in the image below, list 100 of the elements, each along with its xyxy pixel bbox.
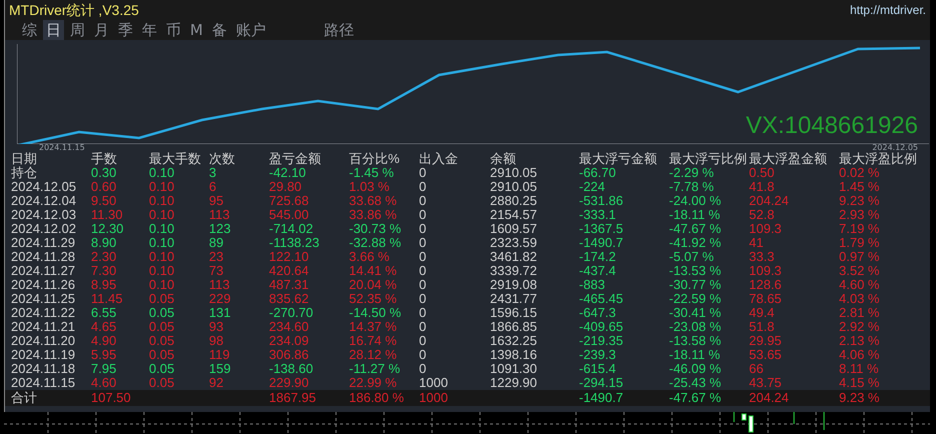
table-cell-text: -30.77 % xyxy=(669,278,722,292)
watermark-text: VX:1048661926 xyxy=(746,112,918,140)
table-cell-text: -270.70 xyxy=(269,306,314,320)
period-tab[interactable]: 综 xyxy=(19,20,40,40)
table-cell-text: -46.09 % xyxy=(669,362,722,376)
table-cell-text: -465.45 xyxy=(579,292,624,306)
table-cell-text: 2431.77 xyxy=(490,292,538,306)
table-cell-text: -66.70 xyxy=(579,166,617,180)
table-cell-text: 14.41 % xyxy=(349,264,398,278)
table-cell-text: 2024.11.20 xyxy=(11,334,76,348)
period-tab[interactable]: 币 xyxy=(163,20,184,40)
period-tab[interactable]: 备 xyxy=(208,20,230,40)
table-cell-text: 43.75 xyxy=(749,376,783,390)
period-tab[interactable]: 季 xyxy=(115,20,136,40)
table-cell-text: 0 xyxy=(419,180,428,194)
column-header: 最大浮亏金额 xyxy=(579,151,658,166)
table-cell-text: 0 xyxy=(419,264,428,278)
table-cell-text: 2.81 % xyxy=(839,306,880,320)
table-cell-text: -25.43 % xyxy=(669,376,722,390)
table-cell-text: 487.31 xyxy=(269,278,310,292)
table-cell-text: 22.99 % xyxy=(349,376,398,390)
table-cell-text: 53.65 xyxy=(749,348,783,362)
table-cell-text: 0.10 xyxy=(149,236,176,250)
table-cell-text: 0 xyxy=(419,208,428,222)
table-cell-text: 4.90 xyxy=(91,334,118,348)
table-cell-text: 1609.57 xyxy=(490,222,538,236)
table-cell-text: 2.30 xyxy=(91,250,118,264)
period-tab[interactable]: 年 xyxy=(139,20,160,40)
table-cell-text: 52.8 xyxy=(749,208,776,222)
table-cell-text: 2154.57 xyxy=(490,208,538,222)
period-tab[interactable]: 日 xyxy=(43,20,64,40)
table-cell-text: 2024.12.05 xyxy=(11,180,78,194)
table-cell-text: 7.95 xyxy=(91,362,118,376)
table-cell-text: 1596.15 xyxy=(490,306,538,320)
period-tab[interactable]: 路径 xyxy=(320,20,357,40)
table-cell-text: 0 xyxy=(419,194,428,208)
table-cell-text: 2024.12.02 xyxy=(11,222,78,236)
table-cell-text: 3.52 % xyxy=(839,264,880,278)
table-cell-text: 2024.11.21 xyxy=(11,320,76,334)
period-tab[interactable]: 月 xyxy=(91,20,112,40)
table-cell-text: 2323.59 xyxy=(490,236,538,250)
table-cell-text: 23 xyxy=(209,250,224,264)
table-cell-text: 41 xyxy=(749,236,764,250)
table-cell-text: 306.86 xyxy=(269,348,310,362)
table-cell-text: 0 xyxy=(419,320,428,334)
table-cell-text: -47.67 % xyxy=(669,391,722,405)
table-cell-text: 131 xyxy=(209,306,232,320)
table-cell-text: 204.24 xyxy=(749,194,790,208)
table-cell-text: 1000 xyxy=(419,376,449,390)
table-cell-text: 2024.11.15 xyxy=(11,376,76,390)
table-cell-text: 0.10 xyxy=(149,208,176,222)
table-cell-text: 420.64 xyxy=(269,264,310,278)
table-cell-text: 1229.90 xyxy=(490,376,538,390)
table-cell-text: 49.4 xyxy=(749,306,776,320)
axis-date-label: 2024.11.15 xyxy=(39,144,85,152)
table-cell-text: 229 xyxy=(209,292,232,306)
table-cell-text: -47.67 % xyxy=(669,222,722,236)
table-cell-text: 0.05 xyxy=(149,362,176,376)
table-cell-text: 0.10 xyxy=(149,264,176,278)
period-tab[interactable]: 账户 xyxy=(232,20,269,40)
table-cell-text: 1091.30 xyxy=(490,362,538,376)
table-cell-text: 2.92 % xyxy=(839,320,880,334)
table-cell-text: 2.13 % xyxy=(839,334,880,348)
table-cell-text: 3339.72 xyxy=(490,264,538,278)
table-cell-text: 186.80 % xyxy=(349,391,405,405)
table-cell-text: 29.95 xyxy=(749,334,783,348)
table-cell-text: 159 xyxy=(209,362,232,376)
table-cell-text: 9.50 xyxy=(91,194,118,208)
table-cell-text: -23.08 % xyxy=(669,320,722,334)
table-cell-text: 0.05 xyxy=(149,292,176,306)
table-cell-text: 9.23 % xyxy=(839,194,880,208)
table-cell-text: 109.3 xyxy=(749,264,783,278)
table-cell-text: 2024.11.18 xyxy=(11,362,76,376)
table-cell-text: 3461.82 xyxy=(490,250,538,264)
website-link[interactable]: http://mtdriver. xyxy=(850,1,926,19)
table-cell-text: 107.50 xyxy=(91,391,132,405)
table-cell-text: 1867.95 xyxy=(269,391,317,405)
table-cell-text: 109.3 xyxy=(749,222,783,236)
column-header: 日期 xyxy=(11,151,38,166)
period-tab[interactable]: 周 xyxy=(67,20,88,40)
table-cell-text: 229.90 xyxy=(269,376,310,390)
table-cell-text: -1490.7 xyxy=(579,391,624,405)
table-cell-text: -138.60 xyxy=(269,362,314,376)
table-cell-text: 6.55 xyxy=(91,306,118,320)
period-tab[interactable]: M xyxy=(187,20,206,40)
column-header: 出入金 xyxy=(419,151,459,166)
column-header: 百分比% xyxy=(349,151,401,166)
table-cell-text: 11.30 xyxy=(91,208,124,222)
table-cell-text: 1866.85 xyxy=(490,320,538,334)
table-cell-text: 1.03 % xyxy=(349,180,390,194)
table-cell-text: 78.65 xyxy=(749,292,783,306)
table-cell-text: 0 xyxy=(419,362,428,376)
table-cell-text: 66 xyxy=(749,362,764,376)
table-cell-text: -883 xyxy=(579,278,606,292)
table-cell-text: 2024.11.19 xyxy=(11,348,76,362)
table-cell-text: 0 xyxy=(419,250,428,264)
table-cell-text: 2024.11.25 xyxy=(11,292,76,306)
table-cell-text: 1.79 % xyxy=(839,236,880,250)
table-cell-text: 9.23 % xyxy=(839,391,880,405)
table-cell-text: 234.09 xyxy=(269,334,310,348)
